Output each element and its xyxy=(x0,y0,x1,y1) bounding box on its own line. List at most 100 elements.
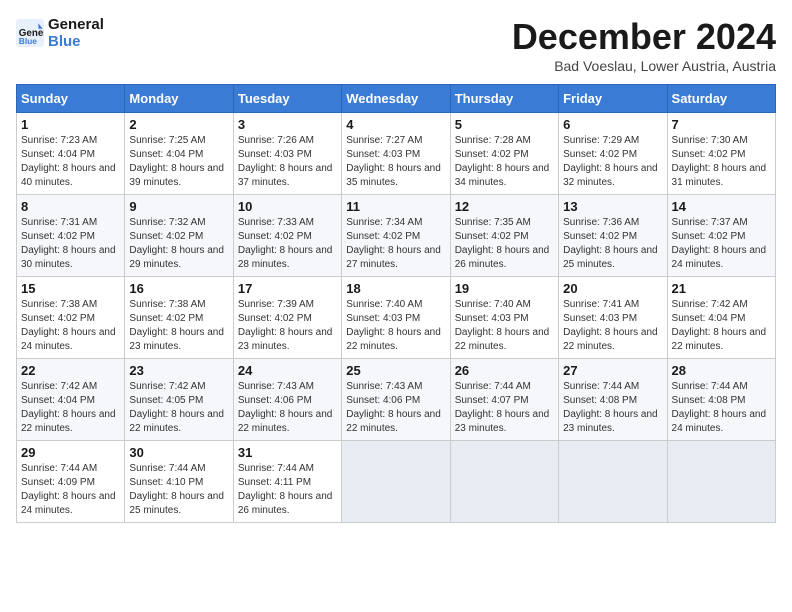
day-detail: Sunrise: 7:44 AMSunset: 4:08 PMDaylight:… xyxy=(672,380,771,436)
logo-line1: General xyxy=(48,16,104,33)
calendar-table: Sunday Monday Tuesday Wednesday Thursday… xyxy=(16,84,776,523)
day-number: 10 xyxy=(238,199,337,214)
day-cell-13: 13 Sunrise: 7:36 AMSunset: 4:02 PMDayligh… xyxy=(559,195,667,277)
day-number: 14 xyxy=(672,199,771,214)
day-cell-28: 28 Sunrise: 7:44 AMSunset: 4:08 PMDayligh… xyxy=(667,359,775,441)
day-detail: Sunrise: 7:43 AMSunset: 4:06 PMDaylight:… xyxy=(238,380,337,436)
day-number: 5 xyxy=(455,117,554,132)
title-block: December 2024 Bad Voeslau, Lower Austria… xyxy=(512,16,776,74)
day-detail: Sunrise: 7:32 AMSunset: 4:02 PMDaylight:… xyxy=(129,216,228,272)
day-number: 4 xyxy=(346,117,445,132)
calendar-row-2: 8 Sunrise: 7:31 AMSunset: 4:02 PMDaylight… xyxy=(17,195,776,277)
day-detail: Sunrise: 7:23 AMSunset: 4:04 PMDaylight:… xyxy=(21,134,120,190)
day-cell-21: 21Sunrise: 7:42 AMSunset: 4:04 PMDayligh… xyxy=(667,277,775,359)
day-cell-18: 18Sunrise: 7:40 AMSunset: 4:03 PMDayligh… xyxy=(342,277,450,359)
day-detail: Sunrise: 7:44 AMSunset: 4:11 PMDaylight:… xyxy=(238,462,337,518)
day-cell-22: 22Sunrise: 7:42 AMSunset: 4:04 PMDayligh… xyxy=(17,359,125,441)
day-number: 8 xyxy=(21,199,120,214)
svg-text:Blue: Blue xyxy=(19,36,37,46)
day-number: 12 xyxy=(455,199,554,214)
day-number: 27 xyxy=(563,363,662,378)
day-detail: Sunrise: 7:44 AMSunset: 4:08 PMDaylight:… xyxy=(563,380,662,436)
day-cell-8: 8 Sunrise: 7:31 AMSunset: 4:02 PMDaylight… xyxy=(17,195,125,277)
day-cell-24: 24 Sunrise: 7:43 AMSunset: 4:06 PMDayligh… xyxy=(233,359,341,441)
day-number: 11 xyxy=(346,199,445,214)
day-number: 17 xyxy=(238,281,337,296)
day-cell-4: 4 Sunrise: 7:27 AMSunset: 4:03 PMDaylight… xyxy=(342,113,450,195)
empty-cell xyxy=(450,441,558,523)
day-detail: Sunrise: 7:40 AMSunset: 4:03 PMDaylight:… xyxy=(346,298,445,354)
day-number: 9 xyxy=(129,199,228,214)
day-number: 25 xyxy=(346,363,445,378)
col-saturday: Saturday xyxy=(667,85,775,113)
day-detail: Sunrise: 7:42 AMSunset: 4:04 PMDaylight:… xyxy=(21,380,120,436)
month-title: December 2024 xyxy=(512,16,776,58)
col-tuesday: Tuesday xyxy=(233,85,341,113)
day-number: 30 xyxy=(129,445,228,460)
day-number: 21 xyxy=(672,281,771,296)
calendar-row-1: 1Sunrise: 7:23 AMSunset: 4:04 PMDaylight… xyxy=(17,113,776,195)
day-cell-6: 6Sunrise: 7:29 AMSunset: 4:02 PMDaylight… xyxy=(559,113,667,195)
day-cell-5: 5 Sunrise: 7:28 AMSunset: 4:02 PMDaylight… xyxy=(450,113,558,195)
day-number: 23 xyxy=(129,363,228,378)
calendar-header-row: Sunday Monday Tuesday Wednesday Thursday… xyxy=(17,85,776,113)
day-cell-25: 25 Sunrise: 7:43 AMSunset: 4:06 PMDayligh… xyxy=(342,359,450,441)
day-number: 16 xyxy=(129,281,228,296)
day-detail: Sunrise: 7:30 AMSunset: 4:02 PMDaylight:… xyxy=(672,134,771,190)
day-detail: Sunrise: 7:28 AMSunset: 4:02 PMDaylight:… xyxy=(455,134,554,190)
day-cell-14: 14 Sunrise: 7:37 AMSunset: 4:02 PMDayligh… xyxy=(667,195,775,277)
day-detail: Sunrise: 7:39 AMSunset: 4:02 PMDaylight:… xyxy=(238,298,337,354)
day-number: 6 xyxy=(563,117,662,132)
day-detail: Sunrise: 7:44 AMSunset: 4:09 PMDaylight:… xyxy=(21,462,120,518)
day-cell-27: 27 Sunrise: 7:44 AMSunset: 4:08 PMDayligh… xyxy=(559,359,667,441)
day-cell-30: 30 Sunrise: 7:44 AMSunset: 4:10 PMDayligh… xyxy=(125,441,233,523)
location-subtitle: Bad Voeslau, Lower Austria, Austria xyxy=(512,58,776,74)
day-number: 7 xyxy=(672,117,771,132)
day-detail: Sunrise: 7:42 AMSunset: 4:05 PMDaylight:… xyxy=(129,380,228,436)
col-sunday: Sunday xyxy=(17,85,125,113)
day-detail: Sunrise: 7:34 AMSunset: 4:02 PMDaylight:… xyxy=(346,216,445,272)
logo: General Blue General Blue xyxy=(16,16,104,50)
day-number: 15 xyxy=(21,281,120,296)
calendar-row-4: 22Sunrise: 7:42 AMSunset: 4:04 PMDayligh… xyxy=(17,359,776,441)
day-cell-12: 12Sunrise: 7:35 AMSunset: 4:02 PMDayligh… xyxy=(450,195,558,277)
day-detail: Sunrise: 7:41 AMSunset: 4:03 PMDaylight:… xyxy=(563,298,662,354)
day-cell-31: 31 Sunrise: 7:44 AMSunset: 4:11 PMDayligh… xyxy=(233,441,341,523)
empty-cell xyxy=(559,441,667,523)
day-detail: Sunrise: 7:37 AMSunset: 4:02 PMDaylight:… xyxy=(672,216,771,272)
day-detail: Sunrise: 7:44 AMSunset: 4:10 PMDaylight:… xyxy=(129,462,228,518)
day-cell-17: 17 Sunrise: 7:39 AMSunset: 4:02 PMDayligh… xyxy=(233,277,341,359)
col-thursday: Thursday xyxy=(450,85,558,113)
day-detail: Sunrise: 7:40 AMSunset: 4:03 PMDaylight:… xyxy=(455,298,554,354)
col-monday: Monday xyxy=(125,85,233,113)
day-detail: Sunrise: 7:44 AMSunset: 4:07 PMDaylight:… xyxy=(455,380,554,436)
day-number: 3 xyxy=(238,117,337,132)
col-wednesday: Wednesday xyxy=(342,85,450,113)
day-detail: Sunrise: 7:43 AMSunset: 4:06 PMDaylight:… xyxy=(346,380,445,436)
day-cell-3: 3 Sunrise: 7:26 AMSunset: 4:03 PMDaylight… xyxy=(233,113,341,195)
calendar-row-3: 15 Sunrise: 7:38 AMSunset: 4:02 PMDayligh… xyxy=(17,277,776,359)
empty-cell xyxy=(342,441,450,523)
day-detail: Sunrise: 7:26 AMSunset: 4:03 PMDaylight:… xyxy=(238,134,337,190)
day-detail: Sunrise: 7:27 AMSunset: 4:03 PMDaylight:… xyxy=(346,134,445,190)
day-number: 28 xyxy=(672,363,771,378)
day-number: 20 xyxy=(563,281,662,296)
day-cell-16: 16 Sunrise: 7:38 AMSunset: 4:02 PMDayligh… xyxy=(125,277,233,359)
day-detail: Sunrise: 7:38 AMSunset: 4:02 PMDaylight:… xyxy=(129,298,228,354)
day-detail: Sunrise: 7:36 AMSunset: 4:02 PMDaylight:… xyxy=(563,216,662,272)
day-number: 13 xyxy=(563,199,662,214)
col-friday: Friday xyxy=(559,85,667,113)
day-number: 26 xyxy=(455,363,554,378)
day-number: 31 xyxy=(238,445,337,460)
day-cell-1: 1Sunrise: 7:23 AMSunset: 4:04 PMDaylight… xyxy=(17,113,125,195)
day-cell-11: 11 Sunrise: 7:34 AMSunset: 4:02 PMDayligh… xyxy=(342,195,450,277)
calendar-row-5: 29 Sunrise: 7:44 AMSunset: 4:09 PMDayligh… xyxy=(17,441,776,523)
day-number: 29 xyxy=(21,445,120,460)
day-cell-15: 15 Sunrise: 7:38 AMSunset: 4:02 PMDayligh… xyxy=(17,277,125,359)
day-cell-10: 10Sunrise: 7:33 AMSunset: 4:02 PMDayligh… xyxy=(233,195,341,277)
day-detail: Sunrise: 7:38 AMSunset: 4:02 PMDaylight:… xyxy=(21,298,120,354)
day-cell-26: 26 Sunrise: 7:44 AMSunset: 4:07 PMDayligh… xyxy=(450,359,558,441)
day-number: 24 xyxy=(238,363,337,378)
empty-cell xyxy=(667,441,775,523)
day-detail: Sunrise: 7:31 AMSunset: 4:02 PMDaylight:… xyxy=(21,216,120,272)
